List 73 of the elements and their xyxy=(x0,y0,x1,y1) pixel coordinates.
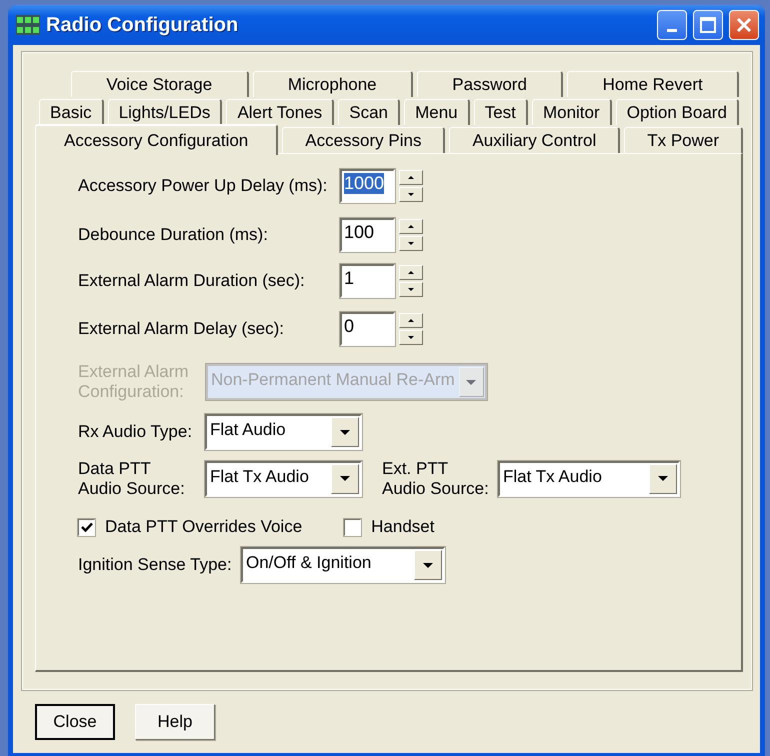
checkbox[interactable] xyxy=(78,518,95,536)
close-button[interactable]: Close xyxy=(35,704,115,740)
spin-up-button[interactable] xyxy=(399,170,423,185)
field-label: External Alarm Duration (sec): xyxy=(78,271,306,291)
minimize-icon xyxy=(667,28,677,32)
checkbox[interactable] xyxy=(344,518,362,536)
tab[interactable]: Auxiliary Control xyxy=(449,127,620,153)
up-arrow-icon xyxy=(408,319,414,322)
close-button[interactable] xyxy=(729,10,759,40)
spin-down-button[interactable] xyxy=(399,236,423,251)
field-label: Accessory Power Up Delay (ms): xyxy=(78,176,328,196)
field-label: External Alarm Delay (sec): xyxy=(78,319,285,339)
dropdown-arrow-button[interactable] xyxy=(649,464,677,494)
spin-up-button[interactable] xyxy=(399,313,423,328)
spin-down-button[interactable] xyxy=(399,330,423,345)
dropdown-arrow-button[interactable] xyxy=(414,550,442,580)
tab[interactable]: Voice Storage xyxy=(71,71,248,97)
app-icon xyxy=(16,15,40,35)
window-title: Radio Configuration xyxy=(46,14,240,36)
dropdown[interactable]: Flat Tx Audio xyxy=(498,460,680,496)
dropdown[interactable]: On/Off & Ignition xyxy=(241,547,445,583)
tab[interactable]: Tx Power xyxy=(624,127,744,153)
spin-down-button[interactable] xyxy=(399,282,423,297)
tab[interactable]: Password xyxy=(416,71,564,97)
dropdown-arrow-button[interactable] xyxy=(331,464,359,494)
tab[interactable]: Monitor xyxy=(532,99,612,125)
help-button[interactable]: Help xyxy=(135,704,215,740)
down-arrow-icon xyxy=(658,476,668,481)
down-arrow-icon xyxy=(408,242,414,245)
tab[interactable]: Menu xyxy=(404,99,470,125)
field-label: Ext. PTT Audio Source: xyxy=(382,458,490,498)
tab[interactable]: Home Revert xyxy=(567,71,740,97)
dropdown-arrow-button[interactable] xyxy=(331,417,359,447)
down-arrow-icon xyxy=(408,288,414,291)
down-arrow-icon xyxy=(340,476,350,481)
up-arrow-icon xyxy=(408,271,414,274)
down-arrow-icon xyxy=(466,380,476,384)
tab[interactable]: Microphone xyxy=(252,71,413,97)
field-label: Ignition Sense Type: xyxy=(78,555,233,575)
dropdown[interactable]: Flat Audio xyxy=(205,414,362,450)
maximize-button[interactable] xyxy=(693,10,723,40)
number-field[interactable]: 1000 xyxy=(340,169,395,203)
tab[interactable]: Basic xyxy=(39,99,104,125)
spin-down-button[interactable] xyxy=(399,187,423,202)
tab[interactable]: Scan xyxy=(338,99,400,125)
tab[interactable]: Lights/LEDs xyxy=(108,99,222,125)
dropdown[interactable]: Flat Tx Audio xyxy=(205,460,362,496)
spin-up-button[interactable] xyxy=(399,265,423,280)
maximize-icon xyxy=(700,17,716,33)
minimize-button[interactable] xyxy=(657,10,687,40)
number-field[interactable]: 0 xyxy=(340,312,395,346)
number-field[interactable]: 1 xyxy=(340,264,395,298)
tab[interactable]: Alert Tones xyxy=(226,99,334,125)
down-arrow-icon xyxy=(423,562,433,568)
field-label: Data PTT Audio Source: xyxy=(78,458,186,498)
tab[interactable]: Accessory Configuration xyxy=(35,124,278,155)
down-arrow-icon xyxy=(340,430,350,434)
down-arrow-icon xyxy=(408,336,414,339)
checkbox-label: Handset xyxy=(371,517,434,537)
spin-up-button[interactable] xyxy=(399,219,423,234)
down-arrow-icon xyxy=(408,193,414,196)
checkbox-label: Data PTT Overrides Voice xyxy=(105,517,302,537)
number-field[interactable]: 100 xyxy=(340,218,395,252)
field-label: Rx Audio Type: xyxy=(78,422,194,442)
tab[interactable]: Accessory Pins xyxy=(282,127,446,153)
field-label: External Alarm Configuration: xyxy=(78,362,190,402)
close-icon xyxy=(736,17,752,33)
field-label: Debounce Duration (ms): xyxy=(78,225,269,245)
up-arrow-icon xyxy=(408,225,414,228)
checkmark-icon xyxy=(80,522,92,532)
tab[interactable]: Test xyxy=(474,99,528,125)
tab[interactable]: Option Board xyxy=(616,99,739,125)
up-arrow-icon xyxy=(408,176,414,179)
